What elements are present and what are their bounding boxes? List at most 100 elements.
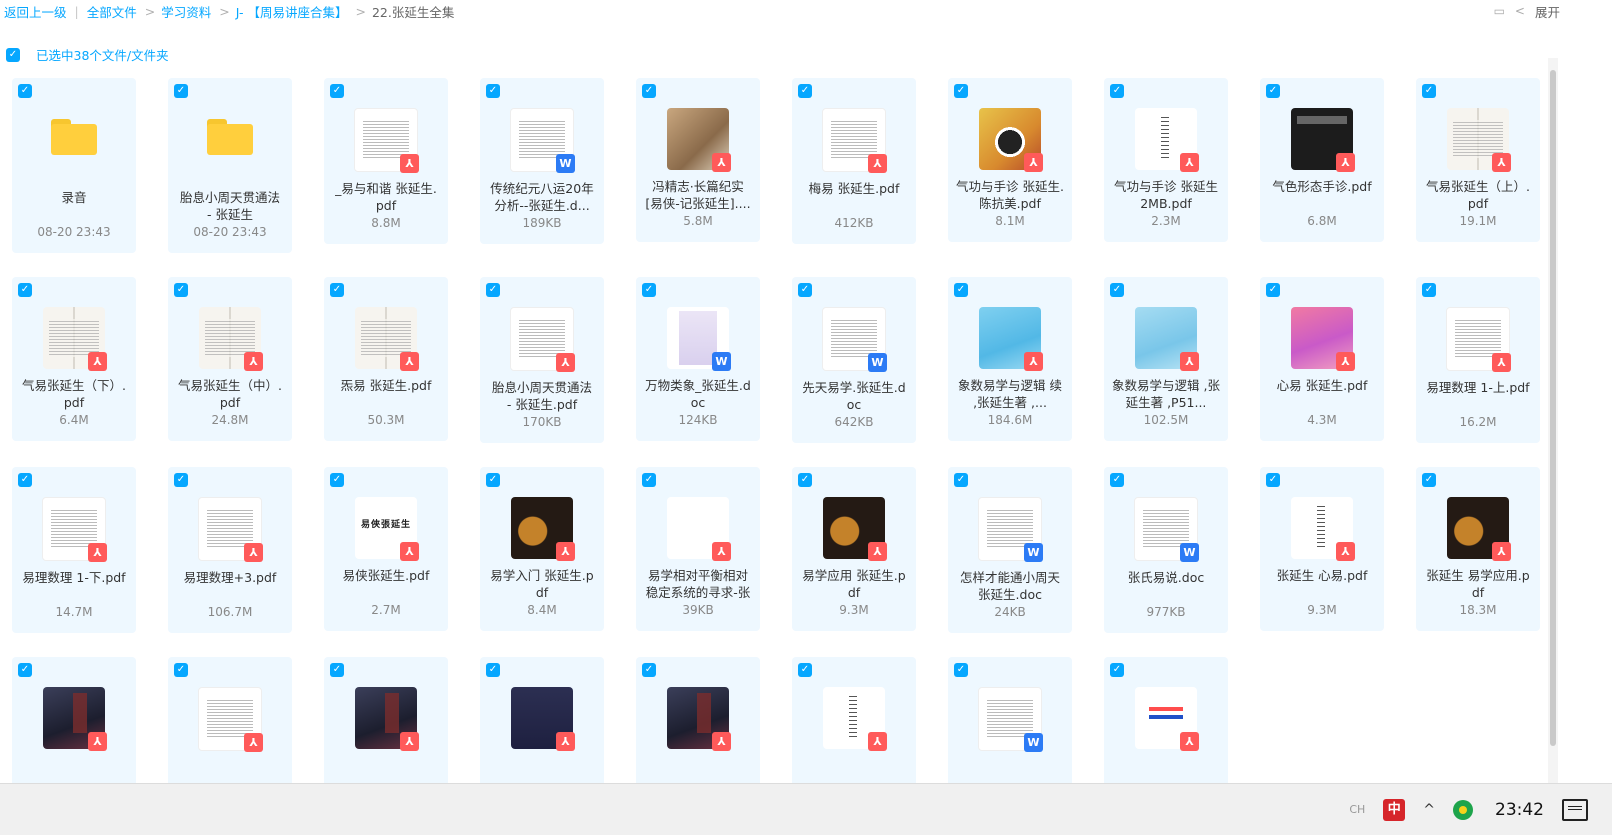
folder-tile[interactable]: ✓ 录音 08-20 23:43	[12, 78, 136, 253]
file-tile[interactable]: ✓ ⅄ _易与和谐 张延生.pdf 8.8M	[324, 78, 448, 244]
file-tile[interactable]: ✓ ⅄	[792, 657, 916, 803]
pdf-icon: ⅄	[1180, 153, 1199, 172]
item-checkbox[interactable]: ✓	[486, 663, 500, 677]
item-checkbox[interactable]: ✓	[1110, 473, 1124, 487]
file-tile[interactable]: ✓ W 怎样才能通小周天 张延生.doc 24KB	[948, 467, 1072, 633]
item-checkbox[interactable]: ✓	[330, 663, 344, 677]
file-tile[interactable]: ✓ ⅄ 气易张延生（中）.pdf 24.8M	[168, 277, 292, 441]
file-tile[interactable]: ✓ ⅄ 易学相对平衡相对稳定系统的寻求-张 39KB	[636, 467, 760, 631]
item-checkbox[interactable]: ✓	[954, 663, 968, 677]
file-tile[interactable]: ✓ ⅄ 气易张延生（上）.pdf 19.1M	[1416, 78, 1540, 242]
back-link[interactable]: 返回上一级	[4, 2, 67, 21]
item-checkbox[interactable]: ✓	[330, 473, 344, 487]
item-checkbox[interactable]: ✓	[174, 663, 188, 677]
item-checkbox[interactable]: ✓	[486, 473, 500, 487]
item-checkbox[interactable]: ✓	[642, 473, 656, 487]
item-checkbox[interactable]: ✓	[642, 84, 656, 98]
file-tile[interactable]: ✓ ⅄ 象数易学与逻辑 ,张延生著 ,P51... 102.5M	[1104, 277, 1228, 441]
item-checkbox[interactable]: ✓	[1110, 283, 1124, 297]
file-tile[interactable]: ✓ ⅄	[168, 657, 292, 803]
clock[interactable]: 23:42	[1495, 800, 1544, 820]
item-checkbox[interactable]: ✓	[642, 283, 656, 297]
select-all-checkbox[interactable]: ✓	[6, 47, 20, 62]
file-tile[interactable]: ✓ ⅄ 象数易学与逻辑 续 ,张延生著 ,... 184.6M	[948, 277, 1072, 441]
file-tile[interactable]: ✓ ⅄ 冯精志·长篇纪实[易侠-记张延生].... 5.8M	[636, 78, 760, 242]
file-tile[interactable]: ✓ ⅄	[12, 657, 136, 803]
file-tile[interactable]: ✓ ⅄ 气色形态手诊.pdf 6.8M	[1260, 78, 1384, 242]
file-tile[interactable]: ✓ ⅄ 梅易 张延生.pdf 412KB	[792, 78, 916, 244]
item-checkbox[interactable]: ✓	[174, 283, 188, 297]
file-tile[interactable]: ✓ ⅄ 张延生 易学应用.pdf 18.3M	[1416, 467, 1540, 631]
list-view-icon[interactable]: ▭	[1494, 4, 1505, 18]
item-checkbox[interactable]: ✓	[1266, 473, 1280, 487]
item-checkbox[interactable]: ✓	[954, 283, 968, 297]
file-tile[interactable]: ✓ ⅄	[636, 657, 760, 803]
file-tile[interactable]: ✓ ⅄ 易学应用 张延生.pdf 9.3M	[792, 467, 916, 631]
item-checkbox[interactable]: ✓	[18, 283, 32, 297]
file-tile[interactable]: ✓ W	[948, 657, 1072, 803]
file-tile[interactable]: ✓ ⅄ 炁易 张延生.pdf 50.3M	[324, 277, 448, 441]
item-checkbox[interactable]: ✓	[798, 84, 812, 98]
ime-icon[interactable]: 中	[1383, 798, 1406, 821]
item-checkbox[interactable]: ✓	[330, 84, 344, 98]
file-tile[interactable]: ✓ ⅄	[1104, 657, 1228, 803]
file-tile[interactable]: ✓ ⅄ 心易 张延生.pdf 4.3M	[1260, 277, 1384, 441]
item-checkbox[interactable]: ✓	[1110, 663, 1124, 677]
item-checkbox[interactable]: ✓	[954, 84, 968, 98]
breadcrumb-item-zhouyi[interactable]: J- 【周易讲座合集】	[236, 2, 348, 21]
scrollbar[interactable]	[1548, 58, 1558, 798]
file-tile[interactable]: ✓ ⅄ 易侠张延生.pdf 2.7M	[324, 467, 448, 631]
item-checkbox[interactable]: ✓	[486, 283, 500, 297]
file-tile[interactable]: ✓ W 万物类象_张延生.doc 124KB	[636, 277, 760, 441]
item-checkbox[interactable]: ✓	[798, 473, 812, 487]
folder-tile[interactable]: ✓ 胎息小周天贯通法 - 张延生 08-20 23:43	[168, 78, 292, 253]
file-tile[interactable]: ✓ ⅄ 气功与手诊 张延生.陈抗美.pdf 8.1M	[948, 78, 1072, 242]
file-thumbnail: ⅄	[1447, 108, 1511, 172]
folder-icon	[199, 119, 261, 181]
expand-button[interactable]: 展开	[1535, 2, 1560, 21]
item-checkbox[interactable]: ✓	[486, 84, 500, 98]
file-name: 梅易 张延生.pdf	[808, 181, 900, 196]
item-checkbox[interactable]: ✓	[174, 84, 188, 98]
file-tile[interactable]: ✓ ⅄ 气功与手诊 张延生2MB.pdf 2.3M	[1104, 78, 1228, 242]
item-checkbox[interactable]: ✓	[1422, 84, 1436, 98]
file-tile[interactable]: ✓ ⅄ 胎息小周天贯通法 - 张延生.pdf 170KB	[480, 277, 604, 443]
file-tile[interactable]: ✓ ⅄ 易理数理 1-上.pdf 16.2M	[1416, 277, 1540, 443]
item-checkbox[interactable]: ✓	[798, 283, 812, 297]
file-tile[interactable]: ✓ W 传统纪元八运20年分析--张延生.d... 189KB	[480, 78, 604, 244]
file-tile[interactable]: ✓ ⅄	[324, 657, 448, 803]
scrollbar-thumb[interactable]	[1550, 70, 1556, 746]
breadcrumb-item-study[interactable]: 学习资料	[161, 2, 211, 21]
pdf-icon: ⅄	[1336, 352, 1355, 371]
item-checkbox[interactable]: ✓	[1422, 473, 1436, 487]
item-checkbox[interactable]: ✓	[1266, 283, 1280, 297]
notification-icon[interactable]	[1562, 798, 1588, 821]
item-checkbox[interactable]: ✓	[174, 473, 188, 487]
file-tile[interactable]: ✓ ⅄	[480, 657, 604, 803]
item-checkbox[interactable]: ✓	[330, 283, 344, 297]
item-checkbox[interactable]: ✓	[642, 663, 656, 677]
file-tile[interactable]: ✓ ⅄ 张延生 心易.pdf 9.3M	[1260, 467, 1384, 631]
file-tile[interactable]: ✓ W 张氏易说.doc 977KB	[1104, 467, 1228, 633]
breadcrumb-item-all-files[interactable]: 全部文件	[87, 2, 137, 21]
file-tile[interactable]: ✓ ⅄ 易理数理 1-下.pdf 14.7M	[12, 467, 136, 633]
file-tile[interactable]: ✓ W 先天易学.张延生.doc 642KB	[792, 277, 916, 443]
file-tile[interactable]: ✓ ⅄ 易学入门 张延生.pdf 8.4M	[480, 467, 604, 631]
item-checkbox[interactable]: ✓	[18, 84, 32, 98]
item-checkbox[interactable]: ✓	[18, 473, 32, 487]
pdf-icon: ⅄	[868, 542, 887, 561]
item-checkbox[interactable]: ✓	[798, 663, 812, 677]
item-checkbox[interactable]: ✓	[954, 473, 968, 487]
file-name: 万物类象_张延生.doc	[645, 378, 751, 410]
network-icon[interactable]	[1453, 799, 1473, 820]
file-name: 易理数理 1-上.pdf	[1426, 380, 1530, 395]
chevron-left-icon[interactable]: <	[1515, 4, 1525, 18]
chevron-up-icon[interactable]: ^	[1423, 802, 1435, 818]
item-checkbox[interactable]: ✓	[1266, 84, 1280, 98]
item-checkbox[interactable]: ✓	[1110, 84, 1124, 98]
language-indicator[interactable]: CH	[1349, 803, 1365, 816]
item-checkbox[interactable]: ✓	[18, 663, 32, 677]
file-tile[interactable]: ✓ ⅄ 易理数理+3.pdf 106.7M	[168, 467, 292, 633]
item-checkbox[interactable]: ✓	[1422, 283, 1436, 297]
file-tile[interactable]: ✓ ⅄ 气易张延生（下）.pdf 6.4M	[12, 277, 136, 441]
